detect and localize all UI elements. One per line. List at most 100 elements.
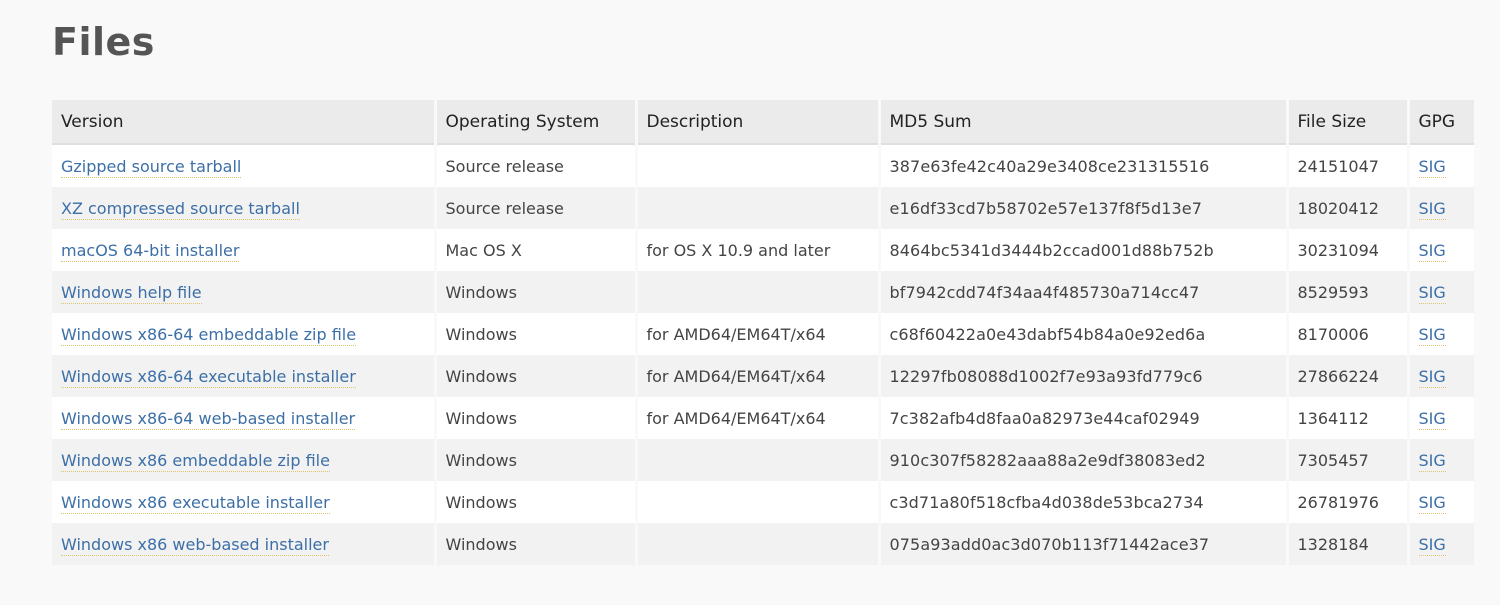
- cell-file-size: 1364112: [1287, 397, 1410, 439]
- table-row: Windows x86-64 executable installer Windo…: [52, 355, 1474, 397]
- download-link[interactable]: Gzipped source tarball: [61, 156, 242, 178]
- download-link[interactable]: Windows x86 executable installer: [61, 492, 330, 514]
- cell-md5-sum: 075a93add0ac3d070b113f71442ace37: [879, 523, 1289, 565]
- cell-gpg: SIG: [1408, 355, 1474, 397]
- cell-file-size: 8170006: [1287, 313, 1410, 355]
- header-row: Version Operating System Description MD5…: [52, 100, 1474, 145]
- cell-md5-sum: 910c307f58282aaa88a2e9df38083ed2: [879, 439, 1289, 481]
- cell-operating-system: Windows: [435, 271, 638, 313]
- cell-description: for AMD64/EM64T/x64: [636, 313, 881, 355]
- table-row: macOS 64-bit installer Mac OS Xfor OS X 1…: [52, 229, 1474, 271]
- cell-version: Windows x86 web-based installer: [52, 523, 437, 565]
- page-title: Files: [52, 20, 155, 64]
- cell-description: [636, 481, 881, 523]
- table-row: XZ compressed source tarball Source relea…: [52, 187, 1474, 229]
- table-row: Windows help file Windows bf7942cdd74f34aa…: [52, 271, 1474, 313]
- cell-file-size: 24151047: [1287, 144, 1410, 187]
- cell-version: Windows x86 embeddable zip file: [52, 439, 437, 481]
- cell-md5-sum: c68f60422a0e43dabf54b84a0e92ed6a: [879, 313, 1289, 355]
- cell-file-size: 26781976: [1287, 481, 1410, 523]
- table-row: Windows x86-64 embeddable zip file Window…: [52, 313, 1474, 355]
- cell-version: Windows x86-64 embeddable zip file: [52, 313, 437, 355]
- cell-operating-system: Windows: [435, 523, 638, 565]
- sig-link[interactable]: SIG: [1418, 492, 1446, 514]
- sig-link[interactable]: SIG: [1418, 366, 1446, 388]
- cell-gpg: SIG: [1408, 439, 1474, 481]
- download-link[interactable]: Windows x86-64 executable installer: [61, 366, 356, 388]
- cell-version: Gzipped source tarball: [52, 144, 437, 187]
- cell-gpg: SIG: [1408, 313, 1474, 355]
- cell-md5-sum: 7c382afb4d8faa0a82973e44caf02949: [879, 397, 1289, 439]
- cell-description: for AMD64/EM64T/x64: [636, 355, 881, 397]
- sig-link[interactable]: SIG: [1418, 156, 1446, 178]
- column-header-operating-system[interactable]: Operating System: [435, 100, 638, 145]
- cell-operating-system: Windows: [435, 439, 638, 481]
- cell-version: Windows x86-64 web-based installer: [52, 397, 437, 439]
- cell-gpg: SIG: [1408, 523, 1474, 565]
- cell-file-size: 30231094: [1287, 229, 1410, 271]
- sig-link[interactable]: SIG: [1418, 240, 1446, 262]
- cell-file-size: 27866224: [1287, 355, 1410, 397]
- download-link[interactable]: Windows x86-64 embeddable zip file: [61, 324, 357, 346]
- cell-md5-sum: c3d71a80f518cfba4d038de53bca2734: [879, 481, 1289, 523]
- cell-operating-system: Mac OS X: [435, 229, 638, 271]
- cell-description: [636, 439, 881, 481]
- table-row: Windows x86 embeddable zip file Windows 91…: [52, 439, 1474, 481]
- cell-operating-system: Windows: [435, 355, 638, 397]
- cell-gpg: SIG: [1408, 144, 1474, 187]
- cell-version: XZ compressed source tarball: [52, 187, 437, 229]
- cell-gpg: SIG: [1408, 271, 1474, 313]
- sig-link[interactable]: SIG: [1418, 534, 1446, 556]
- sig-link[interactable]: SIG: [1418, 198, 1446, 220]
- cell-description: [636, 144, 881, 187]
- download-link[interactable]: Windows help file: [61, 282, 202, 304]
- table-header: Version Operating System Description MD5…: [52, 100, 1474, 145]
- cell-operating-system: Windows: [435, 397, 638, 439]
- column-header-version[interactable]: Version: [52, 100, 437, 145]
- sig-link[interactable]: SIG: [1418, 282, 1446, 304]
- table-row: Windows x86 executable installer Windows c…: [52, 481, 1474, 523]
- table-body: Gzipped source tarball Source release 387e…: [52, 144, 1474, 565]
- cell-md5-sum: 12297fb08088d1002f7e93a93fd779c6: [879, 355, 1289, 397]
- download-link[interactable]: Windows x86-64 web-based installer: [61, 408, 356, 430]
- cell-file-size: 1328184: [1287, 523, 1410, 565]
- column-header-description[interactable]: Description: [636, 100, 881, 145]
- cell-file-size: 7305457: [1287, 439, 1410, 481]
- cell-version: Windows help file: [52, 271, 437, 313]
- cell-description: [636, 187, 881, 229]
- cell-operating-system: Source release: [435, 187, 638, 229]
- sig-link[interactable]: SIG: [1418, 408, 1446, 430]
- sig-link[interactable]: SIG: [1418, 450, 1446, 472]
- cell-description: for AMD64/EM64T/x64: [636, 397, 881, 439]
- cell-operating-system: Source release: [435, 144, 638, 187]
- cell-operating-system: Windows: [435, 481, 638, 523]
- cell-operating-system: Windows: [435, 313, 638, 355]
- table-row: Gzipped source tarball Source release 387e…: [52, 144, 1474, 187]
- cell-description: for OS X 10.9 and later: [636, 229, 881, 271]
- cell-description: [636, 523, 881, 565]
- download-link[interactable]: XZ compressed source tarball: [61, 198, 300, 220]
- column-header-file-size[interactable]: File Size: [1287, 100, 1410, 145]
- cell-md5-sum: bf7942cdd74f34aa4f485730a714cc47: [879, 271, 1289, 313]
- download-link[interactable]: Windows x86 embeddable zip file: [61, 450, 330, 472]
- table-row: Windows x86-64 web-based installer Window…: [52, 397, 1474, 439]
- cell-gpg: SIG: [1408, 481, 1474, 523]
- column-header-gpg[interactable]: GPG: [1408, 100, 1474, 145]
- download-link[interactable]: macOS 64-bit installer: [61, 240, 240, 262]
- files-table: Version Operating System Description MD5…: [52, 100, 1474, 565]
- cell-version: macOS 64-bit installer: [52, 229, 437, 271]
- cell-description: [636, 271, 881, 313]
- cell-file-size: 8529593: [1287, 271, 1410, 313]
- sig-link[interactable]: SIG: [1418, 324, 1446, 346]
- cell-md5-sum: 387e63fe42c40a29e3408ce231315516: [879, 144, 1289, 187]
- table-row: Windows x86 web-based installer Windows 07…: [52, 523, 1474, 565]
- cell-file-size: 18020412: [1287, 187, 1410, 229]
- cell-md5-sum: 8464bc5341d3444b2ccad001d88b752b: [879, 229, 1289, 271]
- cell-version: Windows x86-64 executable installer: [52, 355, 437, 397]
- cell-gpg: SIG: [1408, 229, 1474, 271]
- cell-gpg: SIG: [1408, 397, 1474, 439]
- column-header-md5-sum[interactable]: MD5 Sum: [879, 100, 1289, 145]
- cell-version: Windows x86 executable installer: [52, 481, 437, 523]
- cell-gpg: SIG: [1408, 187, 1474, 229]
- download-link[interactable]: Windows x86 web-based installer: [61, 534, 329, 556]
